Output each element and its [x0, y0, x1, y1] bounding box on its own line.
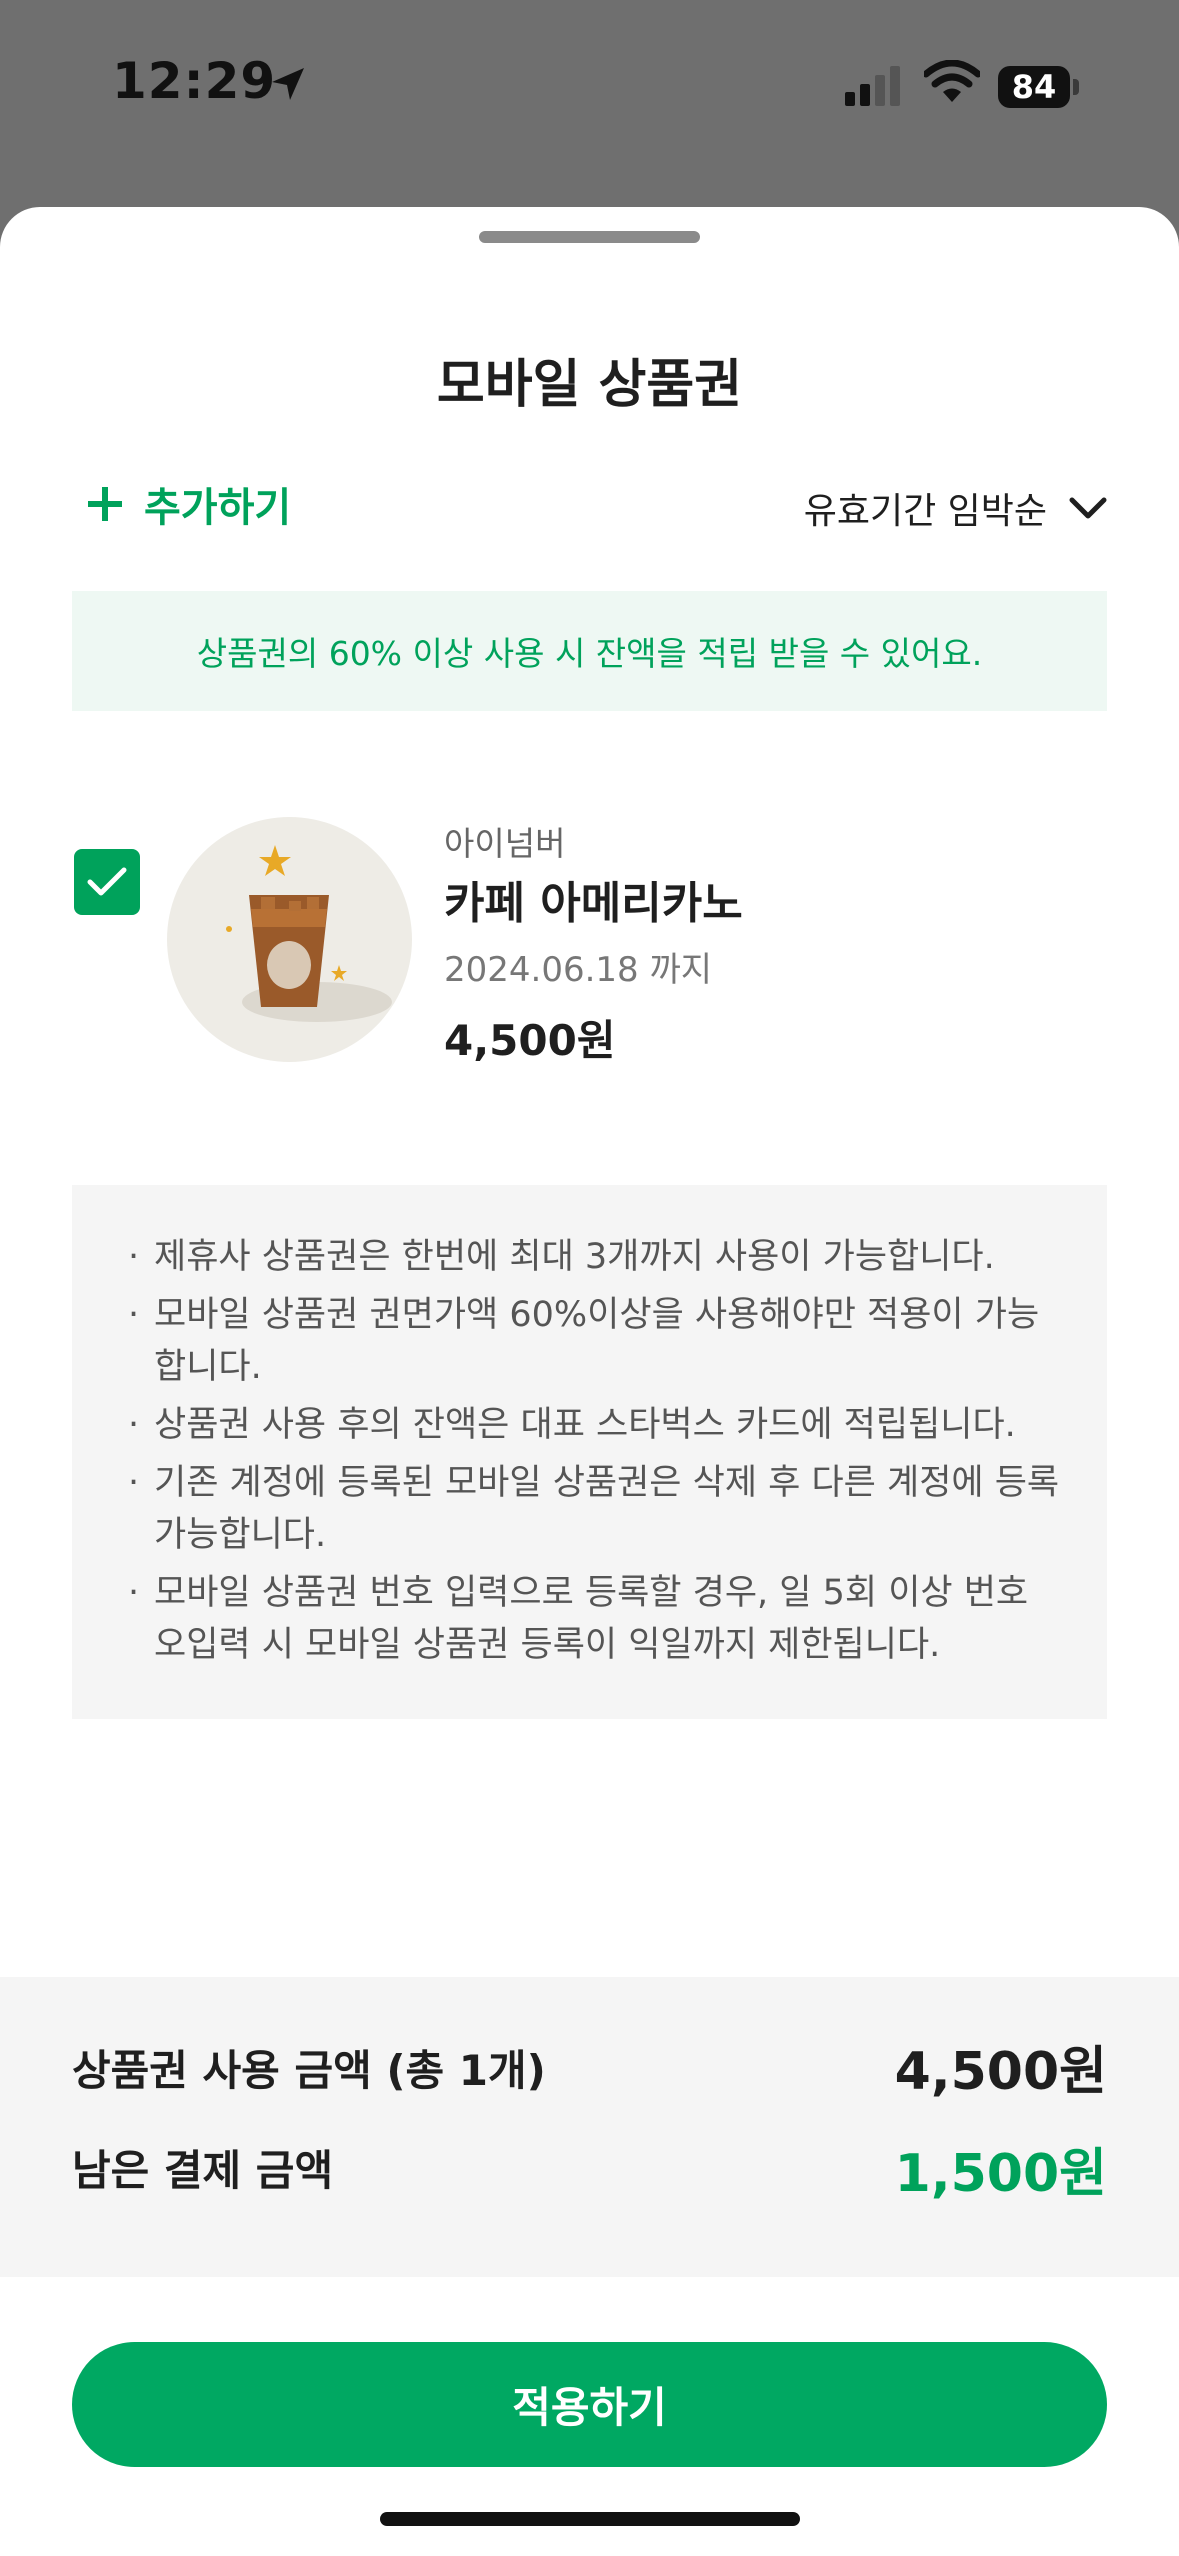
- info-line: 제휴사 상품권은 한번에 최대 3개까지 사용이 가능합니다.: [128, 1231, 1067, 1283]
- gift-card-expiry: 2024.06.18 까지: [444, 950, 713, 990]
- info-line: 상품권 사용 후의 잔액은 대표 스타벅스 카드에 적립됩니다.: [128, 1399, 1067, 1451]
- sheet-title: 모바일 상품권: [436, 355, 743, 415]
- info-line: 기존 계정에 등록된 모바일 상품권은 삭제 후 다른 계정에 등록 가능합니다…: [128, 1457, 1067, 1561]
- remaining-amount-label: 남은 결제 금액: [72, 2146, 334, 2195]
- used-amount-value: 4,500원: [894, 2042, 1107, 2102]
- sort-dropdown[interactable]: 유효기간 임박순: [804, 473, 1107, 543]
- balance-notice: 상품권의 60% 이상 사용 시 잔액을 적립 받을 수 있어요.: [72, 591, 1107, 711]
- sheet-grabber[interactable]: [479, 231, 700, 243]
- home-indicator: [380, 2512, 800, 2526]
- apply-button[interactable]: 적용하기: [72, 2342, 1107, 2467]
- location-arrow-icon: [272, 68, 304, 100]
- info-line: 모바일 상품권 권면가액 60%이상을 사용해야만 적용이 가능합니다.: [128, 1289, 1067, 1393]
- gift-card-item[interactable]: 아이넘버 카페 아메리카노 2024.06.18 까지 4,500원: [72, 817, 1107, 1077]
- americano-image: [167, 817, 412, 1062]
- add-gift-card-button[interactable]: 추가하기: [86, 469, 291, 539]
- used-amount-label: 상품권 사용 금액 (총 1개): [72, 2046, 546, 2095]
- signal-icon: [845, 66, 900, 106]
- gift-card-checkbox[interactable]: [74, 849, 140, 915]
- sort-label: 유효기간 임박순: [803, 491, 1047, 532]
- info-line: 모바일 상품권 번호 입력으로 등록할 경우, 일 5회 이상 번호 오입력 시…: [128, 1567, 1067, 1671]
- gift-card-name: 카페 아메리카노: [444, 878, 743, 929]
- battery-icon: 84: [998, 66, 1080, 108]
- plus-icon: [88, 487, 122, 521]
- battery-level: 84: [1011, 68, 1057, 106]
- payment-summary: 상품권 사용 금액 (총 1개) 4,500원 남은 결제 금액 1,500원: [0, 1977, 1179, 2277]
- chevron-down-icon: [1069, 497, 1107, 519]
- status-time: 12:29: [112, 52, 277, 110]
- status-bar: 12:29 84: [0, 0, 1179, 200]
- checkmark-icon: [87, 867, 127, 896]
- gift-card-brand: 아이넘버: [444, 824, 566, 863]
- wifi-icon: [924, 60, 980, 102]
- gift-card-sheet: 모바일 상품권 추가하기 유효기간 임박순 상품권의 60% 이상 사용 시 잔…: [0, 207, 1179, 2556]
- remaining-amount-value: 1,500원: [894, 2144, 1107, 2204]
- usage-info-box: 제휴사 상품권은 한번에 최대 3개까지 사용이 가능합니다. 모바일 상품권 …: [72, 1185, 1107, 1719]
- gift-card-price: 4,500원: [444, 1016, 616, 1065]
- add-label: 추가하기: [144, 485, 292, 531]
